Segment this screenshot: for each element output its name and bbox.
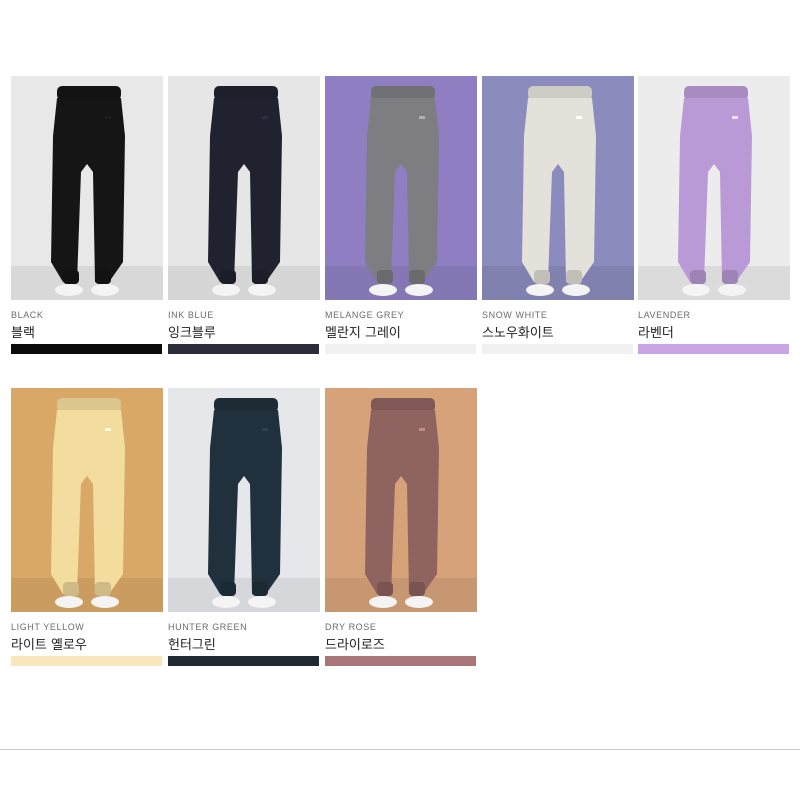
color-swatch[interactable] xyxy=(325,656,476,666)
product-photo[interactable] xyxy=(638,76,790,300)
color-card-light-yellow[interactable]: LIGHT YELLOW 라이트 옐로우 xyxy=(11,388,163,666)
color-name-ko: 라이트 옐로우 xyxy=(11,638,87,653)
color-name-ko: 블랙 xyxy=(11,326,35,341)
color-swatch[interactable] xyxy=(168,656,319,666)
color-swatch[interactable] xyxy=(168,344,319,354)
color-swatch[interactable] xyxy=(11,656,162,666)
color-swatch[interactable] xyxy=(11,344,162,354)
color-swatch[interactable] xyxy=(482,344,633,354)
color-name-ko: 잉크블루 xyxy=(168,326,216,341)
color-name-en: LIGHT YELLOW xyxy=(11,622,85,632)
color-name-en: LAVENDER xyxy=(638,310,691,320)
color-name-ko: 멜란지 그레이 xyxy=(325,326,401,341)
color-card-snow-white[interactable]: SNOW WHITE 스노우화이트 xyxy=(482,76,634,354)
color-card-melange-grey[interactable]: MELANGE GREY 멜란지 그레이 xyxy=(325,76,477,354)
color-swatch[interactable] xyxy=(325,344,476,354)
color-card-hunter-green[interactable]: HUNTER GREEN 헌터그린 xyxy=(168,388,320,666)
product-photo[interactable] xyxy=(11,76,163,300)
color-name-ko: 스노우화이트 xyxy=(482,326,554,341)
product-photo[interactable] xyxy=(168,76,320,300)
product-photo[interactable] xyxy=(325,76,477,300)
color-card-black[interactable]: BLACK 블랙 xyxy=(11,76,163,354)
color-name-ko: 드라이로즈 xyxy=(325,638,385,653)
color-name-ko: 헌터그린 xyxy=(168,638,216,653)
product-photo[interactable] xyxy=(168,388,320,612)
color-name-en: HUNTER GREEN xyxy=(168,622,248,632)
divider xyxy=(0,749,800,750)
color-name-en: MELANGE GREY xyxy=(325,310,405,320)
color-card-dry-rose[interactable]: DRY ROSE 드라이로즈 xyxy=(325,388,477,666)
color-card-ink-blue[interactable]: INK BLUE 잉크블루 xyxy=(168,76,320,354)
product-photo[interactable] xyxy=(482,76,634,300)
color-name-en: SNOW WHITE xyxy=(482,310,548,320)
color-name-en: DRY ROSE xyxy=(325,622,377,632)
color-name-ko: 라벤더 xyxy=(638,326,674,341)
color-swatch[interactable] xyxy=(638,344,789,354)
color-name-en: INK BLUE xyxy=(168,310,214,320)
product-photo[interactable] xyxy=(11,388,163,612)
product-photo[interactable] xyxy=(325,388,477,612)
color-card-lavender[interactable]: LAVENDER 라벤더 xyxy=(638,76,790,354)
color-name-en: BLACK xyxy=(11,310,44,320)
